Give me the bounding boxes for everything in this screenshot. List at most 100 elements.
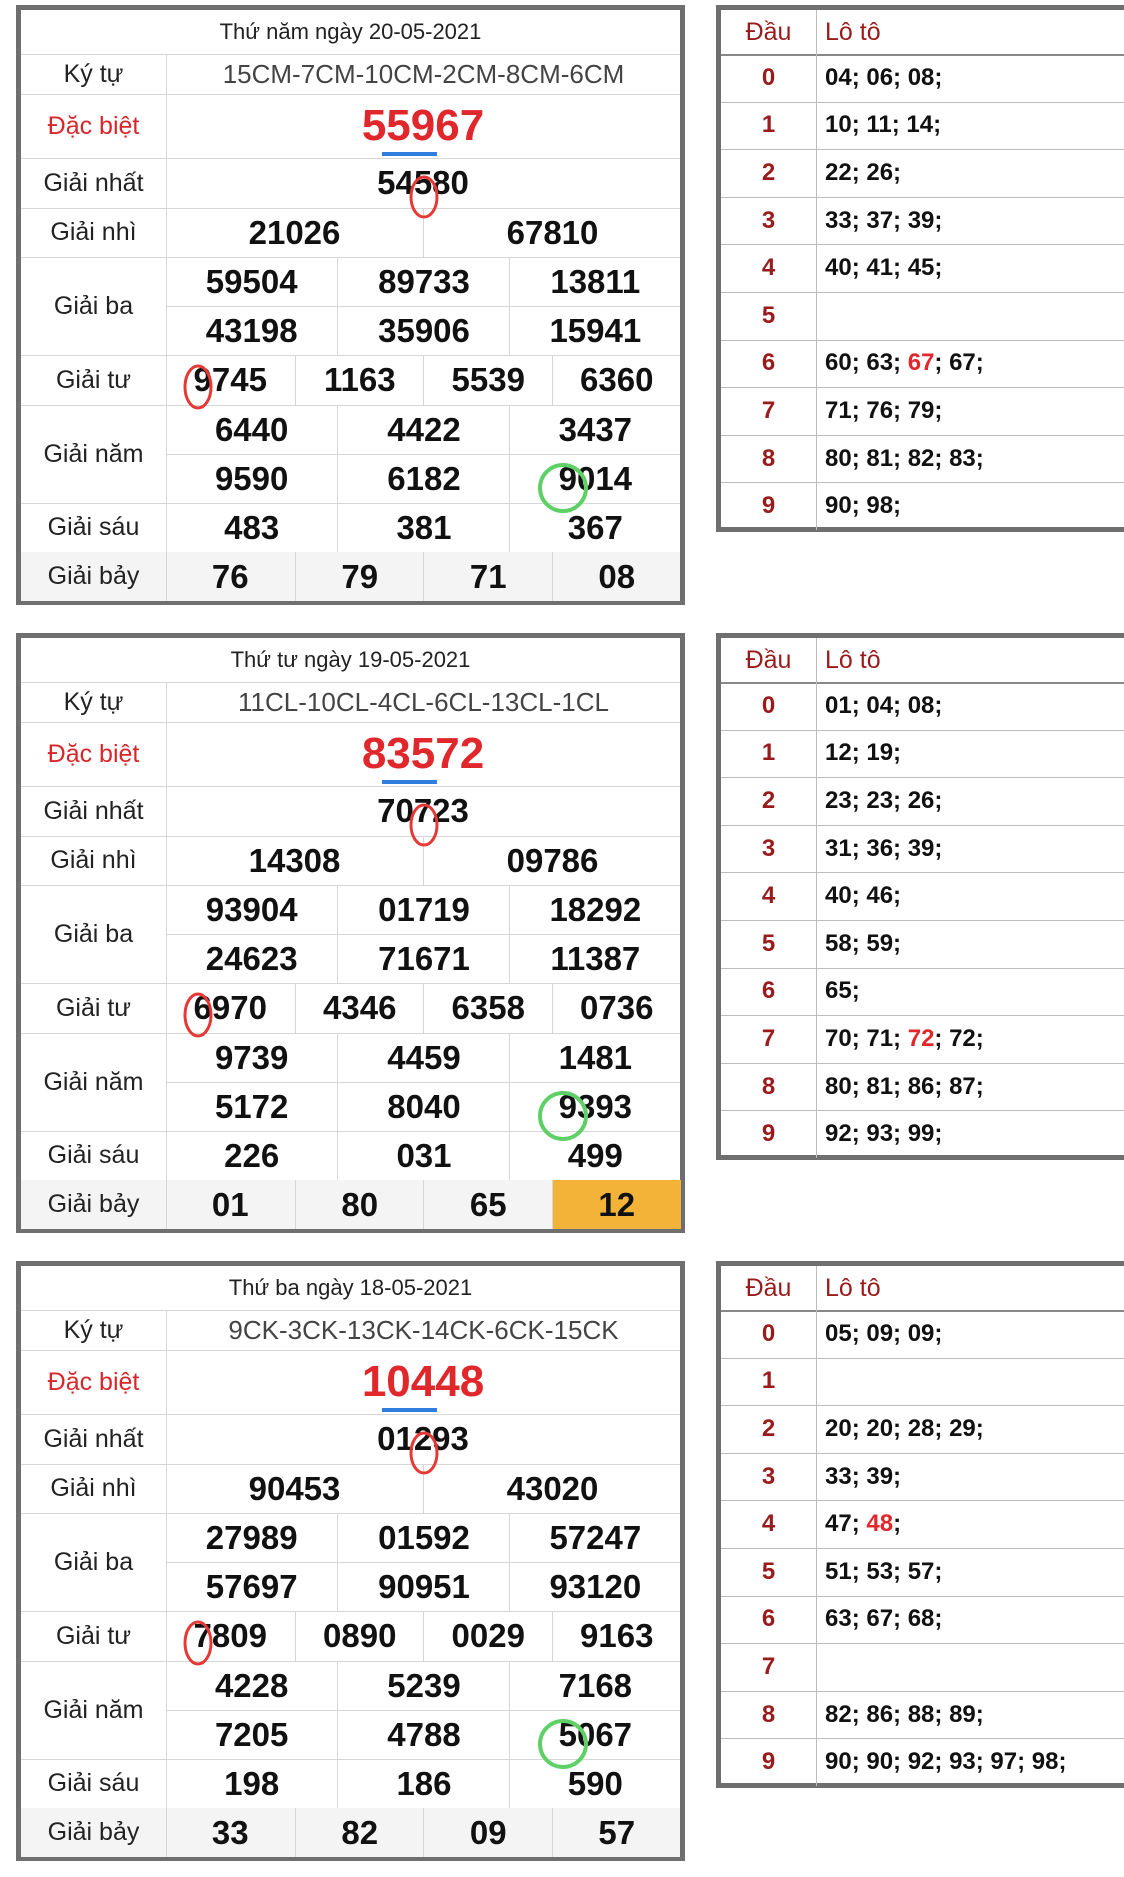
prize-number: 21026 xyxy=(248,213,341,251)
dau-header: Đầu xyxy=(721,638,817,682)
special-prize-number: 10448 xyxy=(361,1357,485,1406)
loto-values: 33; 39; xyxy=(825,1462,902,1490)
loto-numbers: 63; 67; 68; xyxy=(825,1596,942,1644)
dau-digit: 7 xyxy=(721,387,817,435)
prize-number: 71 xyxy=(423,552,553,601)
result-row: Đặc biệt 83572 xyxy=(21,722,680,787)
special-prize-number: 83572 xyxy=(361,729,485,778)
loto-special-value: 72 xyxy=(907,1024,935,1052)
loto-numbers: 33; 37; 39; xyxy=(825,197,942,245)
loto-numbers: 40; 46; xyxy=(825,872,901,920)
loto-values: 80; 81; 82; 83; xyxy=(825,444,984,472)
prize-number: 8040 xyxy=(337,1082,509,1131)
result-row: Ký tự 11CL-10CL-4CL-6CL-13CL-1CL xyxy=(21,682,680,723)
loto-numbers: 65; xyxy=(825,968,860,1016)
loto-values-tail: ; 67; xyxy=(934,349,984,377)
loto-row: 8 82; 86; 88; 89; xyxy=(721,1690,1124,1740)
loto-numbers: 01; 04; 08; xyxy=(825,682,942,730)
prize-number: 7168 xyxy=(508,1661,681,1710)
loto-values: 22; 26; xyxy=(825,158,902,186)
loto-special-value: 48 xyxy=(866,1510,894,1538)
result-row: Đặc biệt 55967 xyxy=(21,94,680,159)
loto-row: 2 23; 23; 26; xyxy=(721,777,1124,826)
prize-number: 11387 xyxy=(508,934,681,983)
prize-number: 7205 xyxy=(214,1715,289,1753)
loto-row: 6 60; 63; 67; 67; xyxy=(721,339,1124,389)
prize-number: 198 xyxy=(224,1764,280,1802)
loto-row: 0 04; 06; 08; xyxy=(721,54,1124,103)
loto-row: 7 70; 71; 72; 72; xyxy=(721,1015,1124,1064)
prize-number: 6358 xyxy=(423,983,553,1033)
loto-row: 1 10; 11; 14; xyxy=(721,101,1124,151)
first-prize-number: 70723 xyxy=(377,792,469,829)
loto-numbers: 51; 53; 57; xyxy=(825,1548,942,1596)
loto-row: 4 47; 48; xyxy=(721,1500,1124,1549)
result-row: Giải nhì 21026 67810 xyxy=(21,208,680,258)
prize-label: Giải ba xyxy=(21,257,167,355)
prize-number: 367 xyxy=(508,503,681,552)
prize-number: 6440 xyxy=(214,410,289,448)
dau-digit: 3 xyxy=(721,1452,817,1501)
loto-values: 82; 86; 88; 89; xyxy=(825,1700,984,1728)
prize-number: 08 xyxy=(551,552,682,601)
prize-number: 499 xyxy=(508,1131,681,1180)
dau-digit: 5 xyxy=(721,920,817,968)
prize-label: Đặc biệt xyxy=(21,722,167,786)
loto-numbers: 40; 41; 45; xyxy=(825,244,942,292)
prize-number: 5067 xyxy=(508,1710,681,1759)
loto-values: 12; 19; xyxy=(825,739,902,767)
draw-date-title: Thứ tư ngày 19-05-2021 xyxy=(230,647,471,672)
prize-number: 483 xyxy=(224,508,280,546)
prize-number: 43020 xyxy=(423,1464,681,1513)
loto-values: 80; 81; 86; 87; xyxy=(825,1072,984,1100)
prize-number: 09786 xyxy=(423,836,681,885)
prize-label: Giải ba xyxy=(21,885,167,983)
prize-number: 01719 xyxy=(337,885,509,934)
loto-header: Đầu Lô tô xyxy=(721,10,1124,56)
loto-row: 8 80; 81; 86; 87; xyxy=(721,1062,1124,1112)
prize-label: Ký tự xyxy=(21,54,167,94)
loto-row: 5 51; 53; 57; xyxy=(721,1548,1124,1597)
loto-values: 23; 23; 26; xyxy=(825,786,943,814)
prize-number: 35906 xyxy=(337,306,509,355)
loto-row: 2 22; 26; xyxy=(721,149,1124,198)
prize-number: 57247 xyxy=(508,1513,681,1562)
loto-header: Đầu Lô tô xyxy=(721,1266,1124,1312)
loto-header: Đầu Lô tô xyxy=(721,638,1124,684)
prize-number: 14308 xyxy=(248,841,341,879)
dau-digit: 5 xyxy=(721,292,817,340)
prize-number: 1163 xyxy=(294,355,425,405)
result-row: Giải ba 59504 89733 13811 43198 35906 15941 xyxy=(21,257,680,356)
dau-digit: 1 xyxy=(721,729,817,778)
loto-numbers: 58; 59; xyxy=(825,920,901,968)
prize-number: 27989 xyxy=(205,1518,298,1556)
prize-label: Giải sáu xyxy=(21,503,167,552)
loto-row: 4 40; 46; xyxy=(721,872,1124,921)
first-prize-number: 01293 xyxy=(377,1420,469,1457)
prize-number: 9590 xyxy=(214,459,289,497)
loto-table: Đầu Lô tô 0 01; 04; 08; 1 12; 19; 2 23; 23; 26;… xyxy=(716,633,1124,1160)
prize-label: Giải nhất xyxy=(21,158,167,208)
dau-digit: 6 xyxy=(721,339,817,388)
prize-number: 80 xyxy=(294,1180,425,1229)
prize-number: 5539 xyxy=(423,355,553,405)
result-row: Giải tư 7809 0890 0029 9163 xyxy=(21,1611,680,1662)
result-row: Giải năm 6440 4422 3437 9590 6182 9014 xyxy=(21,405,680,504)
prize-number: 57 xyxy=(551,1808,682,1857)
loto-numbers: 90; 98; xyxy=(825,482,901,530)
prize-label: Giải nhì xyxy=(21,208,167,257)
loto-row: 4 40; 41; 45; xyxy=(721,244,1124,293)
prize-number: 4788 xyxy=(337,1710,509,1759)
prize-number: 01 xyxy=(211,1185,249,1223)
prize-number: 4228 xyxy=(214,1666,289,1704)
prize-number: 90951 xyxy=(337,1562,509,1611)
result-row: Đặc biệt 10448 xyxy=(21,1350,680,1415)
prize-number: 3437 xyxy=(508,405,681,454)
loto-numbers: 10; 11; 14; xyxy=(825,102,941,150)
loto-values: 31; 36; 39; xyxy=(825,834,943,862)
prize-number: 12 xyxy=(551,1180,681,1229)
prize-number: 9163 xyxy=(551,1611,682,1661)
prize-label: Giải năm xyxy=(21,405,167,503)
loto-row: 3 31; 36; 39; xyxy=(721,824,1124,874)
ky-tu-code: 15CM-7CM-10CM-2CM-8CM-6CM xyxy=(166,54,680,94)
